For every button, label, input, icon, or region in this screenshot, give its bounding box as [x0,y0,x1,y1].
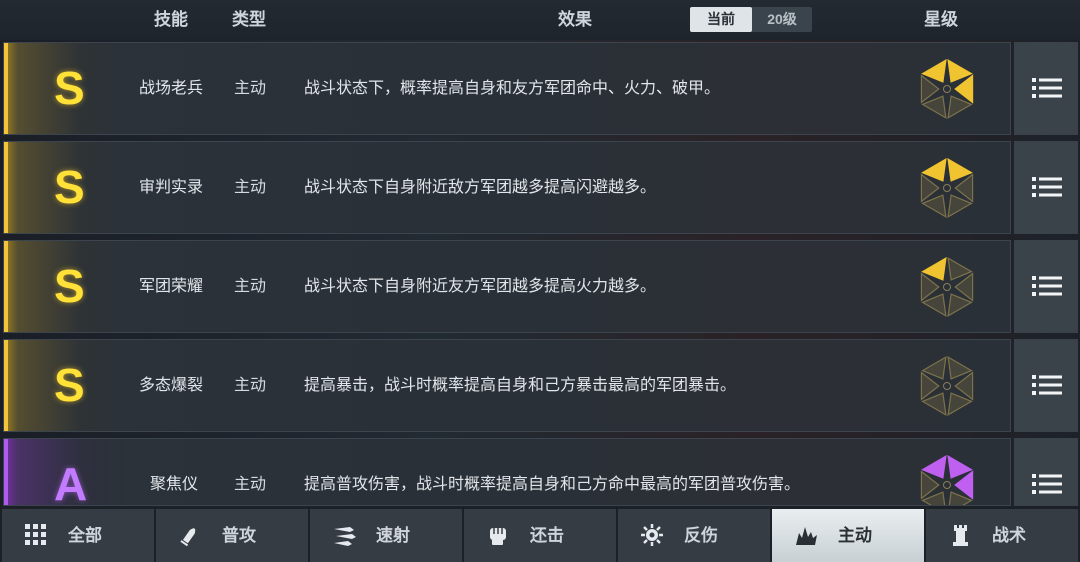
skill-row[interactable]: A 聚焦仪 主动 提高普攻伤害，战斗时概率提高自身和己方命中最高的军团普攻伤害。 [3,438,1011,506]
skill-detail-button[interactable] [1014,339,1078,432]
skill-name: 聚焦仪 [150,476,199,493]
tab-all[interactable]: 全部 [2,509,154,562]
skill-type: 主动 [234,278,267,295]
list-icon [1032,474,1062,494]
skill-effect: 战斗状态下，概率提高自身和友方军团命中、火力、破甲。 [304,80,721,97]
tab-reflect-damage[interactable]: 反伤 [618,509,770,562]
skill-type: 主动 [234,179,267,196]
header-star: 星级 [924,10,958,29]
skill-row[interactable]: S 军团荣耀 主动 战斗状态下自身附近友方军团越多提高火力越多。 [3,240,1011,333]
rank-letter: S [54,260,85,312]
tab-label: 反伤 [684,526,718,545]
star-center [943,85,951,93]
header-effect: 效果 [558,10,592,29]
rank-badge: S [4,43,128,134]
tab-label: 主动 [838,526,872,545]
rank-badge: S [4,241,128,332]
list-icon [1032,375,1062,395]
rank-letter: A [54,458,88,506]
star-center [943,283,951,291]
tab-tactics[interactable]: 战术 [926,509,1078,562]
tab-label: 战术 [992,526,1026,545]
tab-normal-attack[interactable]: 普攻 [156,509,308,562]
skill-type: 主动 [234,377,267,394]
rank-badge: A [4,439,128,506]
filter-tab-bar: 全部 普攻 速射 还击 反伤 主动 战术 [0,506,1080,562]
skill-effect: 战斗状态下自身附近友方军团越多提高火力越多。 [304,278,657,295]
tab-label: 普攻 [222,526,256,545]
bullet-icon [180,528,196,547]
rapid-fire-icon [334,527,356,546]
skill-detail-button[interactable] [1014,141,1078,234]
skill-effect: 战斗状态下自身附近敌方军团越多提高闪避越多。 [304,179,657,196]
skill-row[interactable]: S 审判实录 主动 战斗状态下自身附近敌方军团越多提高闪避越多。 [3,141,1011,234]
tab-counterattack[interactable]: 还击 [464,509,616,562]
skill-name: 多态爆裂 [139,377,204,394]
tab-label: 全部 [68,526,102,545]
header-skill: 技能 [154,10,188,29]
skill-row[interactable]: S 战场老兵 主动 战斗状态下，概率提高自身和友方军团命中、火力、破甲。 [3,42,1011,135]
rank-letter: S [54,62,85,114]
tab-label: 速射 [376,526,410,545]
star-level-icon [920,455,974,505]
tab-active-skill[interactable]: 主动 [772,509,924,562]
skill-type: 主动 [234,476,267,493]
skill-name: 战场老兵 [139,80,204,97]
skill-name: 审判实录 [139,179,204,196]
star-level-icon [920,158,974,218]
table-header: 技能 类型 效果 当前 20级 星级 [0,0,1080,40]
skill-row[interactable]: S 多态爆裂 主动 提高暴击，战斗时概率提高自身和己方暴击最高的军团暴击。 [3,339,1011,432]
star-center [943,382,951,390]
level-toggle[interactable]: 当前 20级 [690,7,812,32]
skill-effect: 提高普攻伤害，战斗时概率提高自身和己方命中最高的军团普攻伤害。 [304,476,801,493]
star-center [943,481,951,489]
fist-icon [490,528,506,545]
star-level-icon [920,356,974,416]
star-center [943,184,951,192]
skill-name: 军团荣耀 [139,278,204,295]
tower-icon [953,525,968,546]
grid-icon [25,524,46,545]
list-icon [1032,78,1062,98]
tab-rapid-fire[interactable]: 速射 [310,509,462,562]
list-icon [1032,177,1062,197]
skill-effect: 提高暴击，战斗时概率提高自身和己方暴击最高的军团暴击。 [304,377,737,394]
skill-detail-button[interactable] [1014,240,1078,333]
header-type: 类型 [232,10,266,29]
rank-letter: S [54,161,85,213]
rank-badge: S [4,340,128,431]
star-level-icon [920,257,974,317]
toggle-current[interactable]: 当前 [690,7,752,32]
burst-icon [796,527,817,545]
gear-spike-icon [641,524,663,546]
list-icon [1032,276,1062,296]
skill-detail-button[interactable] [1014,438,1078,506]
star-level-icon [920,59,974,119]
tab-label: 还击 [530,526,564,545]
skill-type: 主动 [234,80,267,97]
toggle-level-20[interactable]: 20级 [752,7,812,32]
rank-badge: S [4,142,128,233]
skill-detail-button[interactable] [1014,42,1078,135]
rank-letter: S [54,359,85,411]
